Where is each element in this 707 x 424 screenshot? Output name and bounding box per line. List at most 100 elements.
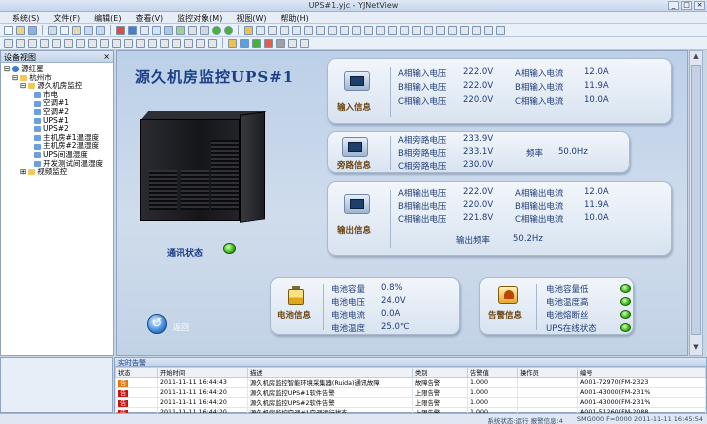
send-back-icon[interactable]: [496, 25, 505, 35]
minimize-icon[interactable]: _: [668, 1, 679, 10]
rotate-icon[interactable]: [100, 38, 109, 48]
table-row[interactable]: 告 2011-11-11 16:44:43 源久机房监控智能环境采集器(Ruid…: [115, 377, 706, 388]
size-icon[interactable]: [40, 38, 49, 48]
pointer-icon[interactable]: [244, 25, 253, 35]
text-tool-icon[interactable]: [304, 25, 313, 35]
return-label[interactable]: 返回: [173, 322, 189, 333]
table-row[interactable]: 告 2011-11-11 16:44:20 源久机房监控UPS#2软件告警 上限…: [115, 397, 706, 408]
print-icon[interactable]: [164, 25, 173, 35]
redo-icon[interactable]: [96, 25, 105, 35]
menu-help[interactable]: 帮助(H): [275, 12, 315, 23]
image-tool-icon[interactable]: [316, 25, 325, 35]
button-tool-icon[interactable]: [352, 25, 361, 35]
column-header[interactable]: 描述: [247, 367, 413, 378]
bring-front-icon[interactable]: [484, 25, 493, 35]
column-header[interactable]: 状态: [115, 367, 158, 378]
layer-icon[interactable]: [160, 38, 169, 48]
line-icon[interactable]: [268, 25, 277, 35]
align-bottom-icon[interactable]: [448, 25, 457, 35]
color-icon[interactable]: [196, 38, 205, 48]
rect-icon[interactable]: [280, 25, 289, 35]
align-top-icon[interactable]: [424, 25, 433, 35]
collapse-icon[interactable]: ⊟: [12, 73, 18, 83]
collapse-icon[interactable]: ⊟: [20, 82, 26, 91]
play-icon[interactable]: [212, 25, 221, 35]
run-icon[interactable]: [228, 38, 237, 48]
window-icon[interactable]: [152, 25, 161, 35]
tag-icon[interactable]: [176, 25, 185, 35]
grid-icon[interactable]: [128, 25, 137, 35]
close-icon[interactable]: ×: [694, 1, 705, 10]
scrollbar-thumb[interactable]: [691, 65, 701, 335]
group-icon[interactable]: [460, 25, 469, 35]
property-icon[interactable]: [148, 38, 157, 48]
vertical-scrollbar[interactable]: ▲ ▼: [689, 50, 703, 356]
forward-icon[interactable]: [224, 25, 233, 35]
pencil-icon[interactable]: [256, 25, 265, 35]
scroll-down-icon[interactable]: ▼: [691, 343, 701, 354]
open-icon[interactable]: [16, 25, 25, 35]
width-icon[interactable]: [16, 38, 25, 48]
ruler-icon[interactable]: [136, 38, 145, 48]
refresh-icon[interactable]: [172, 38, 181, 48]
table-row[interactable]: 告 2011-11-11 16:44:20 源久机房监控UPS#1软件告警 上限…: [115, 387, 706, 398]
history-icon[interactable]: [276, 38, 285, 48]
align-right-icon[interactable]: [412, 25, 421, 35]
record-icon[interactable]: [116, 25, 125, 35]
align-middle-icon[interactable]: [436, 25, 445, 35]
device-icon: [34, 117, 41, 124]
chart-tool-icon[interactable]: [364, 25, 373, 35]
flip-h-icon[interactable]: [76, 38, 85, 48]
column-header[interactable]: 操作员: [517, 367, 578, 378]
scroll-up-icon[interactable]: ▲: [691, 52, 701, 63]
grid-snap-icon[interactable]: [124, 38, 133, 48]
space-v-icon[interactable]: [64, 38, 73, 48]
height-icon[interactable]: [28, 38, 37, 48]
column-header[interactable]: 告警值: [467, 367, 518, 378]
align-center-icon[interactable]: [400, 25, 409, 35]
flip-v-icon[interactable]: [88, 38, 97, 48]
panel-close-icon[interactable]: ×: [103, 52, 110, 61]
key-icon[interactable]: [188, 25, 197, 35]
column-header[interactable]: 编号: [577, 367, 706, 378]
undo-icon[interactable]: [84, 25, 93, 35]
fill-icon[interactable]: [208, 38, 217, 48]
menu-monitor[interactable]: 监控对象(M): [171, 12, 228, 23]
paste-icon[interactable]: [72, 25, 81, 35]
zoom-in-icon[interactable]: [200, 25, 209, 35]
link-icon[interactable]: [184, 38, 193, 48]
polygon-icon[interactable]: [328, 25, 337, 35]
monitor-icon[interactable]: [240, 38, 249, 48]
battery-info-panel: 电池信息 电池容量 0.8% 电池电压 24.0V 电池电流 0.0A 电池温度…: [270, 277, 460, 335]
column-header[interactable]: 开始时间: [157, 367, 248, 378]
alarm-icon[interactable]: [264, 38, 273, 48]
user-icon[interactable]: [300, 38, 309, 48]
menu-system[interactable]: 系统(S): [6, 12, 45, 23]
menu-file[interactable]: 文件(F): [47, 12, 86, 23]
space-h-icon[interactable]: [52, 38, 61, 48]
menu-edit[interactable]: 编辑(E): [88, 12, 127, 23]
arc-icon[interactable]: [340, 25, 349, 35]
copy-icon[interactable]: [60, 25, 69, 35]
cut-icon[interactable]: [48, 25, 57, 35]
maximize-icon[interactable]: □: [681, 1, 692, 10]
report-icon[interactable]: [288, 38, 297, 48]
tree-node[interactable]: ⊟ 源红星: [3, 64, 111, 74]
lock-icon[interactable]: [112, 38, 121, 48]
menu-view[interactable]: 查看(V): [129, 12, 169, 23]
align-left-icon[interactable]: [388, 25, 397, 35]
collapse-icon[interactable]: ⊟: [4, 64, 10, 74]
return-button[interactable]: ↺: [147, 314, 167, 334]
online-icon[interactable]: [252, 38, 261, 48]
tree-node[interactable]: ⊞ 视频监控: [3, 168, 111, 177]
expand-icon[interactable]: ⊞: [20, 168, 26, 177]
new-icon[interactable]: [4, 25, 13, 35]
column-header[interactable]: 类别: [412, 367, 468, 378]
ellipse-icon[interactable]: [292, 25, 301, 35]
menu-window[interactable]: 视图(W): [230, 12, 272, 23]
ungroup-icon[interactable]: [472, 25, 481, 35]
save-icon[interactable]: [28, 25, 37, 35]
layout-icon[interactable]: [4, 38, 13, 48]
page-icon[interactable]: [140, 25, 149, 35]
table-tool-icon[interactable]: [376, 25, 385, 35]
